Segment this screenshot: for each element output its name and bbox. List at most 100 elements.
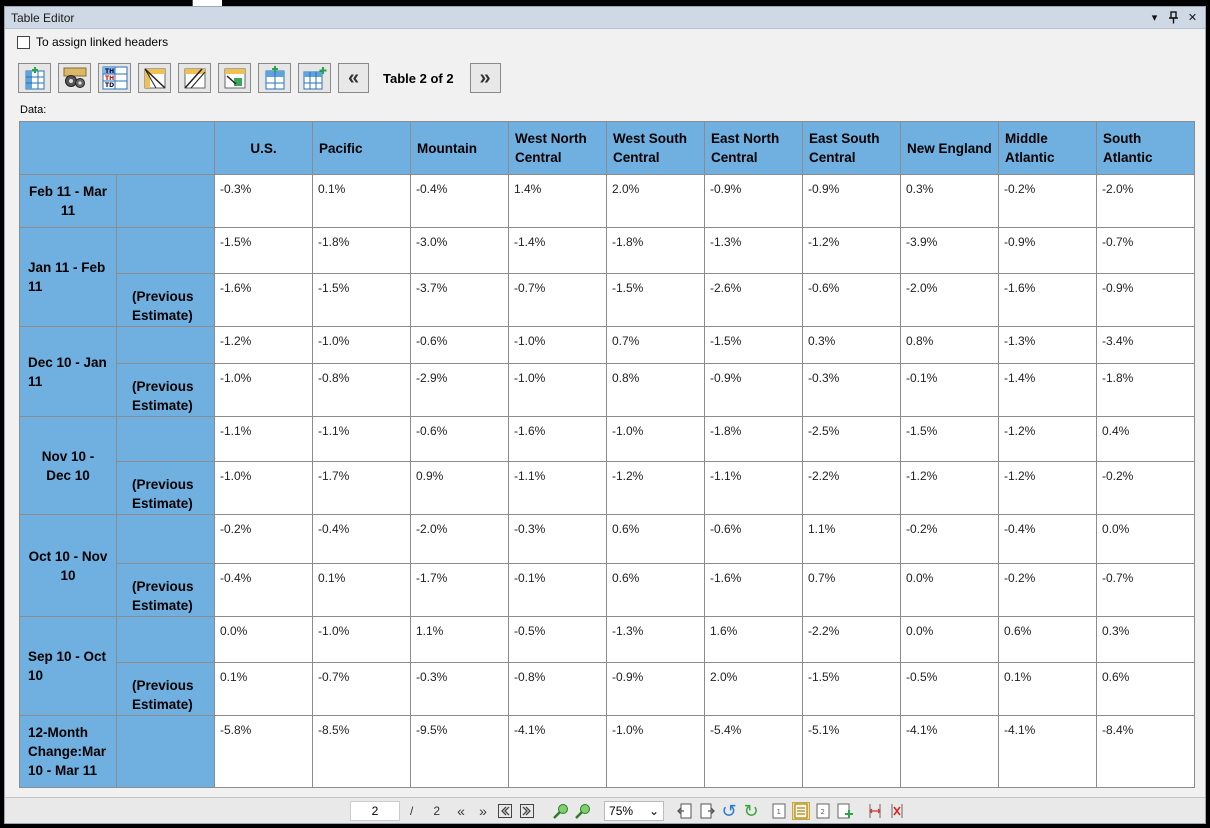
- page-number-input[interactable]: 2: [350, 801, 400, 821]
- row-header-period[interactable]: 12-Month Change:Mar 10 - Mar 11: [19, 715, 117, 788]
- table-cell[interactable]: 1.1%: [410, 616, 509, 663]
- table-cell[interactable]: -0.7%: [312, 662, 411, 716]
- zoom-out-icon[interactable]: [574, 802, 592, 820]
- table-cell[interactable]: -0.7%: [1096, 227, 1195, 274]
- table-cell[interactable]: -0.4%: [214, 563, 313, 617]
- table-cell[interactable]: 0.6%: [606, 514, 705, 564]
- table-cell[interactable]: -2.2%: [802, 461, 901, 515]
- column-delete-icon[interactable]: [888, 802, 906, 820]
- table-cell[interactable]: -2.0%: [1096, 174, 1195, 228]
- table-cell[interactable]: 0.7%: [606, 326, 705, 364]
- table-cell[interactable]: 1.1%: [802, 514, 901, 564]
- table-cell[interactable]: -5.8%: [214, 715, 313, 788]
- table-cell[interactable]: -1.8%: [704, 416, 803, 462]
- table-cell[interactable]: -9.5%: [410, 715, 509, 788]
- table-cell[interactable]: -1.5%: [802, 662, 901, 716]
- table-cell[interactable]: -8.4%: [1096, 715, 1195, 788]
- table-cell[interactable]: 0.6%: [606, 563, 705, 617]
- table-cell[interactable]: -2.6%: [704, 273, 803, 327]
- row-header-period[interactable]: Sep 10 - Oct 10: [19, 616, 117, 716]
- add-table-button[interactable]: [298, 63, 331, 93]
- continuous-page-icon[interactable]: 2: [814, 802, 832, 820]
- table-cell[interactable]: -1.0%: [508, 326, 607, 364]
- table-cell[interactable]: -0.3%: [508, 514, 607, 564]
- row-subheader[interactable]: (Previous Estimate): [116, 363, 215, 417]
- insert-column-button[interactable]: [18, 63, 51, 93]
- fit-page-icon[interactable]: [676, 802, 694, 820]
- table-cell[interactable]: -1.8%: [606, 227, 705, 274]
- table-cell[interactable]: -1.1%: [214, 416, 313, 462]
- table-cell[interactable]: 0.1%: [214, 662, 313, 716]
- table-cell[interactable]: -1.3%: [704, 227, 803, 274]
- table-cell[interactable]: -2.0%: [900, 273, 999, 327]
- page-add-icon[interactable]: [836, 802, 854, 820]
- row-subheader[interactable]: [116, 715, 215, 788]
- table-cell[interactable]: -1.0%: [312, 326, 411, 364]
- table-cell[interactable]: -1.0%: [606, 715, 705, 788]
- table-cell[interactable]: -3.0%: [410, 227, 509, 274]
- table-cell[interactable]: 1.6%: [704, 616, 803, 663]
- table-cell[interactable]: 0.6%: [998, 616, 1097, 663]
- table-cell[interactable]: -0.4%: [312, 514, 411, 564]
- row-subheader[interactable]: [116, 326, 215, 364]
- diagonal-header-button[interactable]: [138, 63, 171, 93]
- row-header-period[interactable]: Nov 10 - Dec 10: [19, 416, 117, 515]
- column-header[interactable]: West North Central: [508, 121, 607, 175]
- table-cell[interactable]: -1.5%: [606, 273, 705, 327]
- table-cell[interactable]: 1.4%: [508, 174, 607, 228]
- table-cell[interactable]: -1.1%: [312, 416, 411, 462]
- row-subheader[interactable]: (Previous Estimate): [116, 662, 215, 716]
- first-page-icon[interactable]: [496, 802, 514, 820]
- table-cell[interactable]: -1.5%: [900, 416, 999, 462]
- table-cell[interactable]: -0.9%: [998, 227, 1097, 274]
- table-cell[interactable]: -2.5%: [802, 416, 901, 462]
- table-cell[interactable]: -1.4%: [998, 363, 1097, 417]
- two-page-icon[interactable]: [792, 802, 811, 820]
- table-cell[interactable]: -0.2%: [1096, 461, 1195, 515]
- row-subheader[interactable]: [116, 514, 215, 564]
- fit-width-icon[interactable]: [698, 802, 716, 820]
- table-cell[interactable]: -0.9%: [1096, 273, 1195, 327]
- column-width-icon[interactable]: [866, 802, 884, 820]
- table-cell[interactable]: -5.4%: [704, 715, 803, 788]
- table-cell[interactable]: -1.5%: [704, 326, 803, 364]
- table-cell[interactable]: -0.2%: [214, 514, 313, 564]
- close-icon[interactable]: ✕: [1186, 9, 1199, 25]
- table-cell[interactable]: -0.7%: [1096, 563, 1195, 617]
- row-subheader[interactable]: [116, 616, 215, 663]
- table-cell[interactable]: -4.1%: [508, 715, 607, 788]
- row-header-period[interactable]: Oct 10 - Nov 10: [19, 514, 117, 617]
- table-cell[interactable]: -0.9%: [606, 662, 705, 716]
- table-cell[interactable]: 0.4%: [1096, 416, 1195, 462]
- table-cell[interactable]: -2.9%: [410, 363, 509, 417]
- row-subheader[interactable]: [116, 174, 215, 228]
- insert-row-button[interactable]: [258, 63, 291, 93]
- table-cell[interactable]: -1.0%: [312, 616, 411, 663]
- pin-icon[interactable]: [1167, 9, 1180, 25]
- table-cell[interactable]: 0.3%: [900, 174, 999, 228]
- table-cell[interactable]: -0.4%: [998, 514, 1097, 564]
- table-cell[interactable]: -1.2%: [998, 461, 1097, 515]
- table-cell[interactable]: -1.0%: [214, 363, 313, 417]
- table-cell[interactable]: -2.0%: [410, 514, 509, 564]
- table-cell[interactable]: -3.9%: [900, 227, 999, 274]
- assign-linked-headers-label[interactable]: To assign linked headers: [36, 35, 168, 49]
- table-cell[interactable]: -1.8%: [312, 227, 411, 274]
- row-subheader[interactable]: [116, 416, 215, 462]
- split-header-button[interactable]: [178, 63, 211, 93]
- column-header[interactable]: East South Central: [802, 121, 901, 175]
- table-cell[interactable]: 0.3%: [1096, 616, 1195, 663]
- table-cell[interactable]: -1.2%: [606, 461, 705, 515]
- corner-header-cell[interactable]: [19, 121, 215, 175]
- column-header[interactable]: West South Central: [606, 121, 705, 175]
- row-header-period[interactable]: Jan 11 - Feb 11: [19, 227, 117, 327]
- next-table-button[interactable]: »: [469, 63, 501, 93]
- table-cell[interactable]: -1.6%: [214, 273, 313, 327]
- single-page-icon[interactable]: 1: [770, 802, 788, 820]
- table-cell[interactable]: -1.0%: [508, 363, 607, 417]
- table-cell[interactable]: -4.1%: [998, 715, 1097, 788]
- table-cell[interactable]: 0.1%: [312, 563, 411, 617]
- table-cell[interactable]: -1.4%: [508, 227, 607, 274]
- table-cell[interactable]: 0.6%: [1096, 662, 1195, 716]
- table-cell[interactable]: -0.1%: [900, 363, 999, 417]
